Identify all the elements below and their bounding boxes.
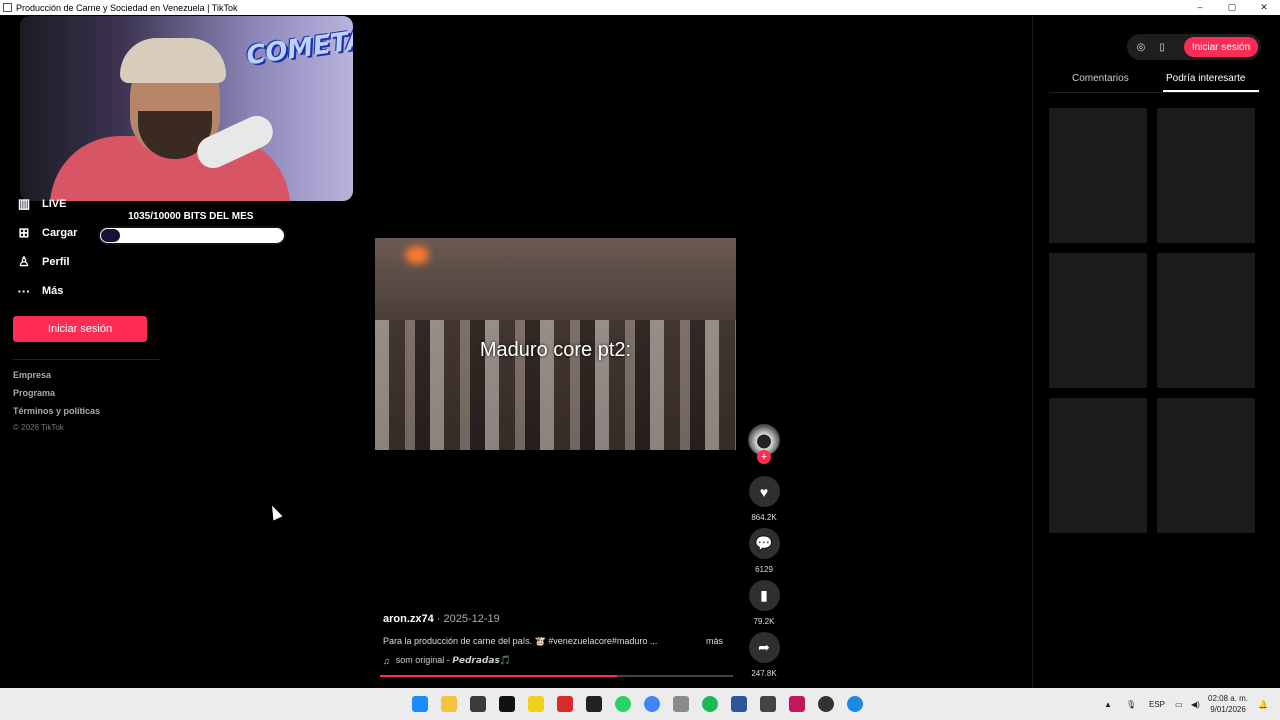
phone-icon[interactable]: ▯: [1152, 37, 1172, 57]
clock-date: 9/01/2026: [1210, 705, 1246, 714]
video-description: Para la producción de carne del país. 🐮 …: [383, 636, 658, 646]
tray-chevron-icon[interactable]: ▲: [1104, 700, 1112, 709]
login-button[interactable]: Iniciar sesión: [13, 316, 147, 342]
file-explorer-icon[interactable]: [441, 696, 457, 712]
upload-icon: ⊞: [18, 225, 30, 240]
terminal-icon[interactable]: [586, 696, 602, 712]
save-count: 79.2K: [753, 617, 775, 626]
suggested-video-thumb[interactable]: [1049, 253, 1147, 388]
right-panel-divider: [1032, 15, 1033, 688]
more-icon: ···: [17, 283, 31, 299]
video-player[interactable]: Maduro core pt2:: [375, 238, 736, 450]
share-count: 247.8K: [751, 669, 777, 678]
more-link[interactable]: más: [706, 636, 723, 646]
mouse-cursor: [267, 503, 283, 521]
live-icon: ▥: [17, 196, 31, 211]
share-icon[interactable]: ➦: [748, 632, 780, 663]
sticky-notes-icon[interactable]: [528, 696, 544, 712]
clock-time: 02:08 a. m.: [1208, 694, 1249, 703]
obs-icon[interactable]: [818, 696, 834, 712]
footer-link-empresa[interactable]: Empresa: [13, 370, 51, 380]
active-tab-underline: [1163, 90, 1259, 92]
profile-icon: ♙: [18, 254, 30, 269]
spotify-icon[interactable]: [702, 696, 718, 712]
comment-icon[interactable]: 💬: [748, 528, 780, 559]
compass-icon[interactable]: ◎: [1131, 37, 1151, 57]
taskbar-clock[interactable]: 02:08 a. m. 9/01/2026: [1208, 693, 1248, 715]
suggested-video-thumb[interactable]: [1157, 398, 1255, 533]
app-window-icon[interactable]: [760, 696, 776, 712]
microphone-tray-icon[interactable]: 🎙: [1126, 700, 1136, 709]
webcam-overlay: COMETA: [20, 16, 353, 201]
start-icon[interactable]: [412, 696, 428, 712]
sidebar-item-label: Perfil: [42, 256, 70, 268]
copyright: © 2026 TikTok: [13, 423, 64, 432]
like-action[interactable]: ♥ 864.2K: [748, 476, 780, 522]
music-title: som original - 𝙋𝙚𝙙𝙧𝙖𝙙𝙖𝙨🎵: [395, 655, 512, 665]
suggested-video-thumb[interactable]: [1157, 108, 1255, 243]
app-blue-icon[interactable]: [847, 696, 863, 712]
top-login-button[interactable]: Iniciar sesión: [1184, 37, 1258, 57]
app-grid-icon[interactable]: [731, 696, 747, 712]
sidebar-item-label: LIVE: [42, 198, 67, 210]
app-pink-icon[interactable]: [789, 696, 805, 712]
sidebar-item-live[interactable]: ▥ LIVE: [16, 196, 67, 212]
sidebar-item-label: Más: [42, 285, 64, 297]
window-controls: – ▢ ✕: [1184, 2, 1280, 13]
app-red-icon[interactable]: [557, 696, 573, 712]
comment-action[interactable]: 💬 6129: [748, 528, 780, 574]
share-action[interactable]: ➦ 247.8K: [748, 632, 780, 678]
window-title: Producción de Carne y Sociedad en Venezu…: [16, 2, 238, 13]
music-note-icon: ♫: [383, 655, 390, 666]
bits-label: 1035/10000 BITS DEL MES: [128, 211, 254, 222]
chrome-icon[interactable]: [644, 696, 660, 712]
music-row[interactable]: ♫ som original - 𝙋𝙚𝙙𝙧𝙖𝙙𝙖𝙨🎵: [383, 655, 511, 666]
bits-progress-fill: [101, 229, 120, 242]
bits-progress-bar: [98, 226, 286, 245]
sidebar-item-upload[interactable]: ⊞ Cargar: [16, 225, 78, 241]
tiktok-icon[interactable]: [499, 696, 515, 712]
suggested-video-thumb[interactable]: [1157, 253, 1255, 388]
author-name[interactable]: aron.zx74: [383, 613, 434, 625]
app-icon: [3, 3, 12, 12]
shield-app-icon[interactable]: [673, 696, 689, 712]
heart-icon[interactable]: ♥: [748, 476, 780, 507]
network-icon[interactable]: ▭: [1175, 700, 1183, 709]
sidebar-item-more[interactable]: ··· Más: [16, 283, 64, 299]
footer-link-terms[interactable]: Términos y políticas: [13, 406, 100, 416]
video-author-line: aron.zx74 · 2025-12-19: [383, 613, 500, 625]
footer-link-programa[interactable]: Programa: [13, 388, 55, 398]
video-flash: [405, 246, 429, 264]
close-button[interactable]: ✕: [1248, 2, 1280, 13]
suggested-video-thumb[interactable]: [1049, 108, 1147, 243]
video-caption: Maduro core pt2:: [479, 339, 632, 361]
sidebar-item-label: Cargar: [42, 227, 78, 239]
tab-suggestions[interactable]: Podría interesarte: [1166, 73, 1246, 84]
cometa-logo: COMETA: [244, 24, 353, 72]
volume-icon[interactable]: ◀): [1191, 700, 1200, 709]
windows-taskbar: [0, 688, 1280, 720]
bookmark-icon[interactable]: ▮: [748, 580, 780, 611]
minimize-button[interactable]: –: [1184, 2, 1216, 13]
notifications-icon[interactable]: 🔔: [1258, 700, 1268, 709]
video-progress-fill: [380, 675, 617, 677]
window-titlebar: Producción de Carne y Sociedad en Venezu…: [0, 0, 1280, 15]
suggested-video-thumb[interactable]: [1049, 398, 1147, 533]
whatsapp-icon[interactable]: [615, 696, 631, 712]
follow-plus-icon[interactable]: +: [757, 450, 771, 464]
maximize-button[interactable]: ▢: [1216, 2, 1248, 13]
sidebar-divider: [13, 359, 160, 360]
tab-comments[interactable]: Comentarios: [1072, 73, 1129, 84]
tabs-baseline: [1049, 92, 1259, 93]
comment-count: 6129: [755, 565, 773, 574]
streamer-beanie: [120, 38, 226, 83]
sidebar-item-profile[interactable]: ♙ Perfil: [16, 254, 70, 270]
store-icon[interactable]: [470, 696, 486, 712]
language-indicator[interactable]: ESP: [1149, 700, 1165, 709]
like-count: 864.2K: [751, 513, 777, 522]
video-progress-bar[interactable]: [380, 675, 733, 677]
save-action[interactable]: ▮ 79.2K: [748, 580, 780, 626]
post-date: · 2025-12-19: [433, 613, 500, 625]
